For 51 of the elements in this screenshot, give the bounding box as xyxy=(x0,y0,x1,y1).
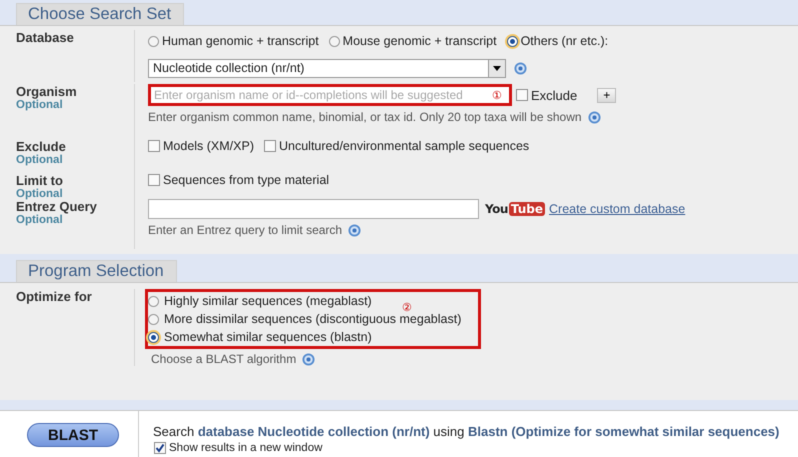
radio-label: Highly similar sequences (megablast) xyxy=(164,294,372,308)
radio-label: More dissimilar sequences (discontiguous megablast) xyxy=(164,312,462,326)
optional-label: Optional xyxy=(16,154,64,166)
checkbox[interactable] xyxy=(154,442,166,454)
section-title: Choose Search Set xyxy=(16,3,184,25)
field-label: Optimize for xyxy=(16,289,93,304)
checkbox[interactable] xyxy=(516,89,528,101)
checkbox[interactable] xyxy=(148,140,160,152)
radio-label: Human genomic + transcript xyxy=(162,34,319,48)
checkbox[interactable] xyxy=(148,174,160,186)
caret-icon xyxy=(493,66,501,70)
add-button[interactable]: + xyxy=(597,88,616,102)
field-label: Exclude xyxy=(16,139,67,154)
checkbox-label: Uncultured/environmental sample sequences xyxy=(279,139,530,153)
optional-label: Optional xyxy=(16,99,64,111)
annotation-number: ② xyxy=(402,301,412,314)
help-icon[interactable] xyxy=(348,224,362,236)
hint-text: Enter an Entrez query to limit search xyxy=(148,223,342,237)
organism-field[interactable]: Enter organism name or id--completions will be suggested ① xyxy=(151,87,509,103)
radio-label: Mouse genomic + transcript xyxy=(342,34,497,48)
radio-button[interactable] xyxy=(148,314,159,324)
field-label: Entrez Query xyxy=(16,199,98,214)
hint-text: Enter organism common name, binomial, or tax id. Only 20 top taxa will be shown xyxy=(148,110,582,124)
radio-button[interactable] xyxy=(148,296,159,306)
entrez-query-field[interactable] xyxy=(148,199,479,219)
help-icon[interactable] xyxy=(588,110,601,124)
field-label: Limit to xyxy=(16,173,64,188)
radio-label: Somewhat similar sequences (blastn) xyxy=(164,330,372,344)
optional-label: Optional xyxy=(16,214,64,226)
radio-button[interactable] xyxy=(148,36,159,46)
radio-label: Others (nr etc.): xyxy=(520,34,608,48)
checkbox-label: Sequences from type material xyxy=(163,173,330,187)
radio-button[interactable] xyxy=(506,36,518,46)
radio-button[interactable] xyxy=(148,332,159,342)
section-title: Program Selection xyxy=(16,260,177,282)
help-icon[interactable] xyxy=(514,62,527,74)
help-icon[interactable] xyxy=(302,352,316,366)
checkbox-label: Exclude xyxy=(531,88,578,102)
field-label: Organism xyxy=(16,84,78,99)
annotation-number: ① xyxy=(492,88,502,102)
database-dropdown[interactable]: Nucleotide collection (nr/nt) xyxy=(148,58,506,78)
blast-button[interactable]: BLAST xyxy=(27,423,119,447)
radio-button[interactable] xyxy=(328,36,340,46)
field-label: Database xyxy=(16,30,75,45)
search-summary: Search database Nucleotide collection (nr/nt) using Blastn (Optimize for somewhat similar sequences) xyxy=(153,424,780,439)
checkbox[interactable] xyxy=(264,140,276,152)
hint-text: Choose a BLAST algorithm xyxy=(151,352,296,366)
checkbox-label: Models (XM/XP) xyxy=(163,139,254,153)
optional-label: Optional xyxy=(16,188,64,200)
checkbox-label: Show results in a new window xyxy=(169,442,322,454)
create-database-link[interactable]: Create custom database xyxy=(549,202,686,216)
